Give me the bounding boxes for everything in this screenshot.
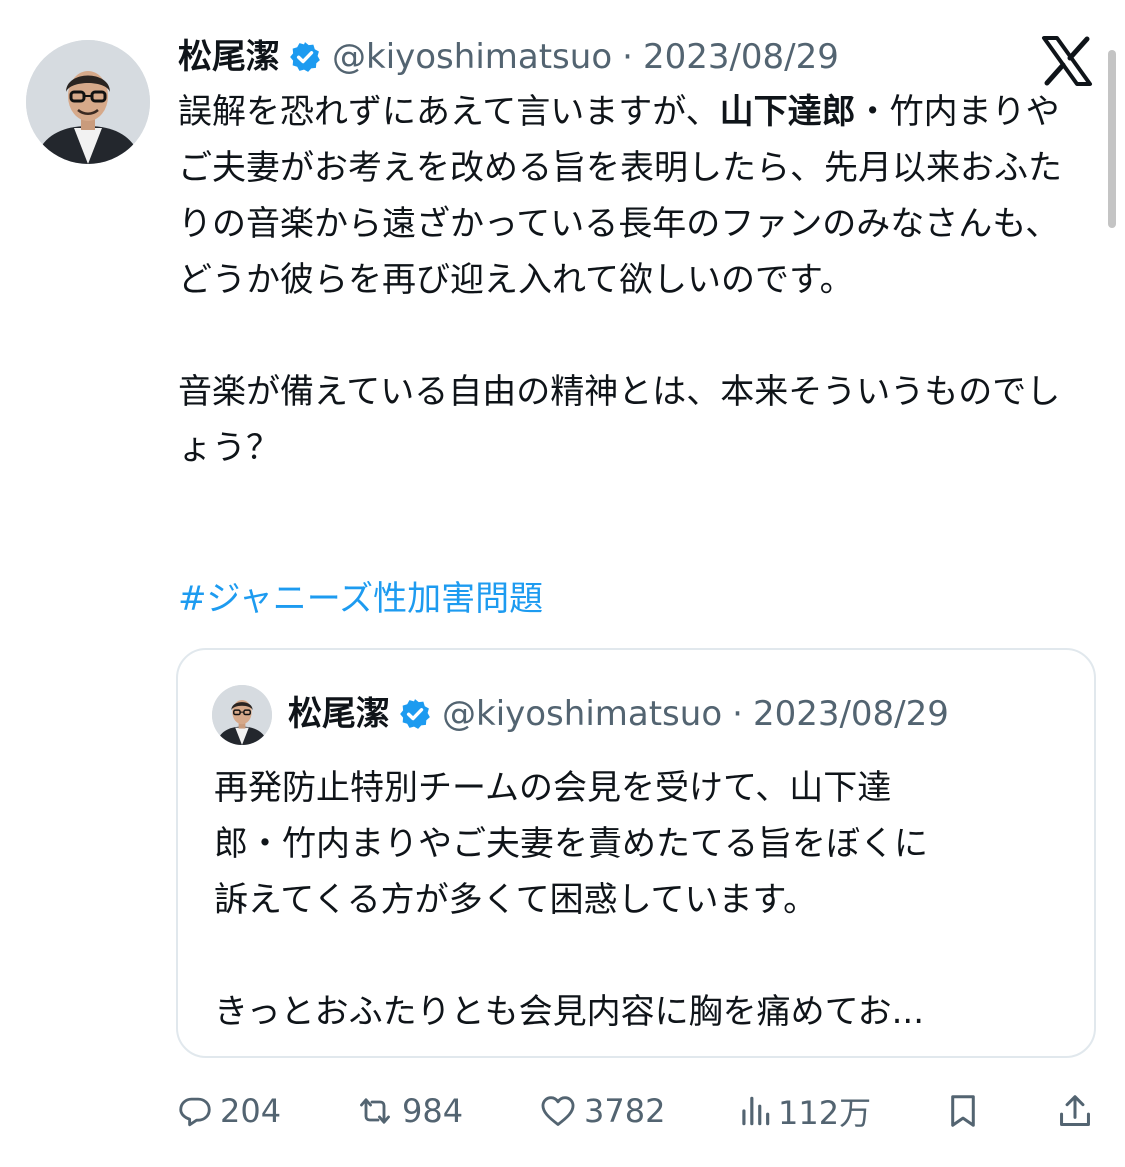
like-count: 3782 xyxy=(584,1092,666,1130)
quoted-author-handle: @kiyoshimatsuo xyxy=(442,694,723,734)
like-button[interactable]: 3782 xyxy=(538,1086,665,1136)
tweet-text-bold: 山下達郎 xyxy=(719,92,856,132)
tweet-header: 松尾潔 @kiyoshimatsuo · 2023/08/29 xyxy=(178,34,839,80)
quoted-tweet[interactable]: 松尾潔 @kiyoshimatsuo · 2023/08/29 再発防止特別チー… xyxy=(176,648,1096,1058)
reply-icon xyxy=(176,1092,214,1130)
scrollbar[interactable] xyxy=(1108,50,1116,228)
views-icon xyxy=(738,1092,772,1130)
heart-icon xyxy=(538,1092,578,1130)
retweet-count: 984 xyxy=(402,1092,464,1130)
share-icon xyxy=(1056,1092,1094,1130)
verified-badge-icon xyxy=(398,697,432,731)
tweet-card: 松尾潔 @kiyoshimatsuo · 2023/08/29 誤解を恐れずにあ… xyxy=(0,0,1125,1167)
action-bar: 204 984 3782 112万 xyxy=(0,1086,1125,1136)
bookmark-icon xyxy=(944,1092,982,1130)
quoted-author-name: 松尾潔 xyxy=(288,694,390,734)
retweet-button[interactable]: 984 xyxy=(354,1086,463,1136)
header-separator: · xyxy=(622,37,633,77)
quoted-tweet-header: 松尾潔 @kiyoshimatsuo · 2023/08/29 xyxy=(288,690,949,738)
reply-count: 204 xyxy=(220,1092,282,1130)
views-button[interactable]: 112万 xyxy=(738,1086,871,1136)
tweet-text-part2: ・竹内まりやご夫妻がお考えを改める旨を表明したら、先月以来おふたりの音楽から遠ざ… xyxy=(178,92,1062,468)
tweet-text: 誤解を恐れずにあえて言いますが、山下達郎・竹内まりやご夫妻がお考えを改める旨を表… xyxy=(178,84,1088,476)
hashtag-link[interactable]: #ジャニーズ性加害問題 xyxy=(178,574,543,624)
share-button[interactable] xyxy=(1056,1086,1094,1136)
quoted-tweet-text: 再発防止特別チームの会見を受けて、山下達 郎・竹内まりやご夫妻を責めたてる旨をぼ… xyxy=(214,768,928,1032)
reply-button[interactable]: 204 xyxy=(176,1086,281,1136)
tweet-date[interactable]: 2023/08/29 xyxy=(643,34,839,80)
bookmark-button[interactable] xyxy=(944,1086,982,1136)
verified-badge-icon xyxy=(288,40,322,74)
tweet-text-part1: 誤解を恐れずにあえて言いますが、 xyxy=(178,92,720,132)
quoted-tweet-date: 2023/08/29 xyxy=(752,694,949,734)
author-handle[interactable]: @kiyoshimatsuo xyxy=(332,34,612,80)
author-avatar[interactable] xyxy=(26,40,150,164)
views-count: 112万 xyxy=(778,1094,872,1132)
author-name[interactable]: 松尾潔 xyxy=(178,34,280,80)
quoted-author-avatar xyxy=(212,685,272,745)
x-logo-icon xyxy=(1040,34,1094,88)
quoted-header-separator: · xyxy=(732,694,743,734)
retweet-icon xyxy=(354,1092,396,1130)
